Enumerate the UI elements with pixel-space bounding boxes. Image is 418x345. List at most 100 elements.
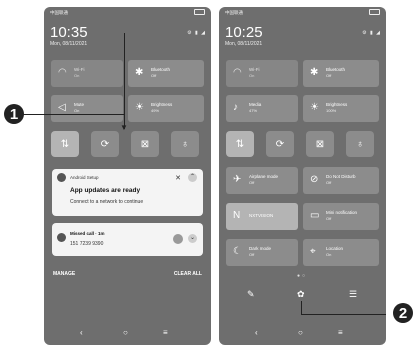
- clock-date: Mon, 08/11/2021: [50, 41, 88, 47]
- tile-state: On: [74, 73, 80, 78]
- data-icon[interactable]: ⇅: [226, 131, 254, 157]
- tile-airplane[interactable]: ✈ Airplane mode Off: [226, 167, 298, 194]
- tile-mute[interactable]: ◁ Mute On: [51, 95, 123, 122]
- dark-mode-icon: ☾: [233, 246, 242, 257]
- tile-state: Off: [326, 216, 332, 221]
- brightness-icon: ☀: [135, 102, 144, 113]
- tile-mini-notification[interactable]: ▭ Mini notification Off: [303, 203, 379, 230]
- chevron-up-icon[interactable]: ⌃: [188, 173, 197, 182]
- tile-brightness[interactable]: ☀ Brightness 49%: [128, 95, 204, 122]
- tile-title: Brightness: [151, 102, 173, 107]
- chevron-down-icon[interactable]: ⌄: [188, 234, 197, 243]
- manage-button[interactable]: MANAGE: [53, 271, 75, 277]
- clock-time: 10:35: [50, 24, 88, 41]
- settings-icon[interactable]: ✿: [297, 289, 305, 300]
- tile-title: Bluetooth: [326, 67, 346, 72]
- tile-dnd[interactable]: ⊘ Do Not Disturb Off: [303, 167, 379, 194]
- notification-text: 151 7239 9390: [70, 241, 104, 247]
- tile-state: On: [249, 73, 255, 78]
- data-icon[interactable]: ⇅: [51, 131, 79, 157]
- tile-nfc[interactable]: Ν NXTVISION: [226, 203, 298, 230]
- tile-media[interactable]: ♪ Media 47%: [226, 95, 298, 122]
- back-icon[interactable]: ‹: [80, 328, 83, 337]
- tile-title: Bluetooth: [151, 67, 171, 72]
- contact-icon[interactable]: [173, 234, 183, 244]
- tile-wifi[interactable]: ◠ Wi-Fi On: [226, 60, 298, 87]
- battery-icon: [194, 9, 205, 15]
- tile-state: 47%: [249, 108, 258, 113]
- tile-bluetooth[interactable]: ✱ Bluetooth Off: [128, 60, 204, 87]
- callout-two: 2: [393, 303, 413, 323]
- tile-title: Brightness: [326, 102, 348, 107]
- notification-android-setup[interactable]: Android Setup ✕ ⌃ App updates are ready …: [52, 169, 203, 216]
- home-icon[interactable]: ○: [298, 328, 303, 337]
- clock-time: 10:25: [225, 24, 263, 41]
- clock-date: Mon, 08/11/2021: [225, 41, 263, 47]
- tile-brightness[interactable]: ☀ Brightness 100%: [303, 95, 379, 122]
- pointer-line: [301, 314, 386, 315]
- header-status-icons: ⚙ ▮ ◢: [187, 30, 206, 36]
- notification-text: Connect to a network to continue: [70, 199, 144, 205]
- volume-icon: ◁: [58, 102, 66, 113]
- status-carrier: 中国联通: [225, 10, 243, 15]
- wifi-icon: ◠: [58, 67, 67, 78]
- tile-state: Off: [249, 180, 255, 185]
- status-carrier: 中国联通: [50, 10, 68, 15]
- callout-one: 1: [4, 104, 24, 124]
- notification-title: Missed call · 1m: [70, 231, 105, 236]
- tile-wifi[interactable]: ◠ Wi-Fi On: [51, 60, 123, 87]
- nav-bar: ‹ ○ ≡: [44, 328, 211, 340]
- bluetooth-icon: ✱: [135, 67, 144, 78]
- location-icon: ⌖: [310, 246, 316, 257]
- battery-icon: [369, 9, 380, 15]
- pointer-line: [124, 33, 125, 129]
- mini-notification-icon: ▭: [310, 210, 320, 221]
- tile-title: Media: [249, 102, 262, 107]
- phone-icon: [57, 233, 66, 242]
- tile-state: Off: [151, 73, 157, 78]
- pointer-line: [301, 301, 302, 315]
- tile-title: Dark mode: [249, 246, 272, 251]
- tile-state: Off: [326, 73, 332, 78]
- tile-title: NXTVISION: [249, 213, 274, 218]
- recents-icon[interactable]: ≡: [338, 328, 343, 337]
- sync-icon[interactable]: ⟳: [266, 131, 294, 157]
- tile-title: Wi-Fi: [74, 67, 85, 72]
- nav-bar: ‹ ○ ≡: [219, 328, 386, 340]
- tile-title: Wi-Fi: [249, 67, 260, 72]
- tile-title: Airplane mode: [249, 174, 279, 179]
- setup-icon: [57, 173, 66, 182]
- tile-location[interactable]: ⌖ Location On: [303, 239, 379, 266]
- flashlight-icon[interactable]: ♁: [346, 131, 374, 157]
- home-icon[interactable]: ○: [123, 328, 128, 337]
- mute-notification-icon[interactable]: ✕: [175, 174, 181, 182]
- tile-state: Off: [326, 180, 332, 185]
- sync-icon[interactable]: ⟳: [91, 131, 119, 157]
- wifi-icon: ◠: [233, 67, 242, 78]
- music-icon: ♪: [233, 102, 238, 113]
- screenshot-icon[interactable]: ⊠: [306, 131, 334, 157]
- tile-dark-mode[interactable]: ☾ Dark mode Off: [226, 239, 298, 266]
- tile-title: Mute: [74, 102, 85, 107]
- phone-right: 中国联通 10:25 Mon, 08/11/2021 ⚙ ▮ ◢ ◠ Wi-Fi…: [219, 7, 386, 345]
- pointer-arrow-icon: ▼: [120, 123, 128, 132]
- back-icon[interactable]: ‹: [255, 328, 258, 337]
- bluetooth-icon: ✱: [310, 67, 319, 78]
- notification-missed-call[interactable]: Missed call · 1m 151 7239 9390 ⌄: [52, 223, 203, 256]
- tile-title: Location: [326, 246, 344, 251]
- page-dots: ●○: [297, 273, 308, 279]
- tile-title: Mini notification: [326, 210, 358, 215]
- recents-icon[interactable]: ≡: [163, 328, 168, 337]
- header-status-icons: ⚙ ▮ ◢: [362, 30, 381, 36]
- sort-icon[interactable]: ☰: [349, 289, 357, 300]
- flashlight-icon[interactable]: ♁: [171, 131, 199, 157]
- callout-one-line: [20, 114, 124, 115]
- edit-icon[interactable]: ✎: [247, 289, 255, 300]
- screenshot-icon[interactable]: ⊠: [131, 131, 159, 157]
- tile-state: 100%: [326, 108, 337, 113]
- phone-left: 中国联通 10:35 Mon, 08/11/2021 ⚙ ▮ ◢ ◠ Wi-Fi…: [44, 7, 211, 345]
- clear-all-button[interactable]: CLEAR ALL: [174, 271, 202, 277]
- tile-bluetooth[interactable]: ✱ Bluetooth Off: [303, 60, 379, 87]
- tile-title: Do Not Disturb: [326, 174, 356, 179]
- airplane-icon: ✈: [233, 174, 242, 185]
